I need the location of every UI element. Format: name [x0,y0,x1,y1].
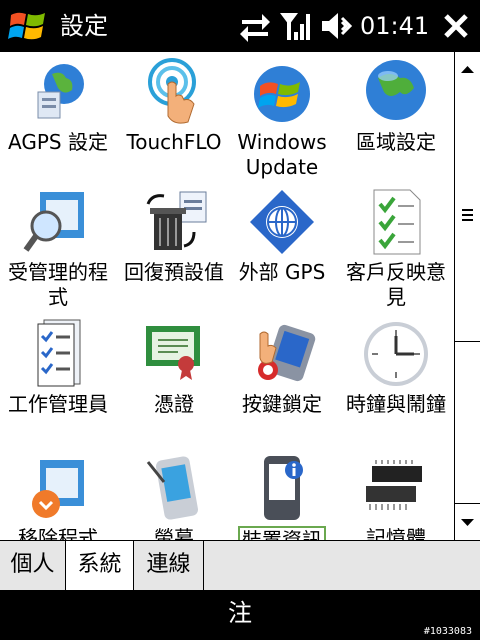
vertical-scrollbar[interactable] [454,52,480,540]
settings-item-device-info[interactable]: 裝置資訊 [224,452,340,540]
regional-globe-icon [366,60,426,120]
item-label: AGPS 設定 [8,130,108,154]
reset-trash-icon [146,191,207,250]
tab-personal[interactable]: 個人 [0,541,66,590]
chevron-up-icon [461,66,474,73]
managed-programs-icon [23,192,84,252]
settings-item-key-lock[interactable]: 按鍵鎖定 [224,318,340,417]
tab-system[interactable]: 系統 [66,541,134,590]
grip-icon [462,209,473,221]
close-icon[interactable] [442,10,470,42]
item-label: TouchFLO [126,130,222,154]
volume-icon[interactable] [320,10,354,42]
item-label: 受管理的程式 [8,260,108,309]
device-info-icon [264,456,303,520]
settings-item-managed-programs[interactable]: 受管理的程式 [0,186,116,310]
touchflo-icon [148,58,196,124]
signal-icon[interactable] [278,10,312,42]
item-label: 外部 GPS [238,260,326,284]
settings-item-windows-update[interactable]: Windows Update [224,56,340,180]
item-label: 區域設定 [356,130,436,154]
settings-item-external-gps[interactable]: 外部 GPS [224,186,340,285]
item-label: 記憶體 [366,526,426,540]
item-label: 工作管理員 [8,392,108,416]
item-label: 按鍵鎖定 [242,392,322,416]
agps-globe-icon [37,64,84,119]
key-lock-icon [258,324,316,382]
image-id-label: #1033083 [423,626,472,637]
settings-item-clock[interactable]: 時鐘與鬧鐘 [338,318,454,417]
external-gps-icon [250,190,314,254]
tab-connections[interactable]: 連線 [134,541,204,590]
settings-grid: AGPS 設定 TouchFLO Windows Update 區域設定 受管理… [0,52,454,540]
connectivity-icon[interactable] [238,10,272,42]
windows-start-icon[interactable] [8,9,48,43]
scroll-down-button[interactable] [455,503,480,540]
scroll-track[interactable] [455,342,480,504]
settings-item-regional[interactable]: 區域設定 [338,56,454,155]
item-label: Windows Update [237,130,327,179]
settings-item-screen[interactable]: 螢幕 [116,452,232,540]
item-label: 客戶反映意見 [346,260,446,309]
soft-key-center[interactable]: 注 [200,596,280,630]
item-label: 裝置資訊 [238,526,326,540]
certificate-icon [146,326,200,380]
settings-item-memory[interactable]: 記憶體 [338,452,454,540]
settings-item-agps[interactable]: AGPS 設定 [0,56,116,155]
item-label: 憑證 [154,392,194,416]
tab-bar: 個人 系統 連線 [0,540,480,590]
item-label: 回復預設值 [124,260,224,284]
feedback-checklist-icon [373,189,421,255]
scroll-thumb[interactable] [455,88,480,342]
clock-icon [364,322,428,386]
settings-item-task-manager[interactable]: 工作管理員 [0,318,116,417]
windows-update-icon [254,66,310,122]
chevron-down-icon [461,519,474,526]
item-label: 移除程式 [18,526,98,540]
screen-icon [146,456,199,520]
settings-item-touchflo[interactable]: TouchFLO [116,56,232,155]
page-title: 設定 [60,12,108,40]
task-manager-icon [37,319,81,387]
settings-item-certificates[interactable]: 憑證 [116,318,232,417]
clock-display: 01:41 [360,12,430,40]
item-label: 時鐘與鬧鐘 [346,392,446,416]
item-label: 螢幕 [154,526,194,540]
settings-item-reset[interactable]: 回復預設值 [116,186,232,285]
soft-key-bar: 注 #1033083 [0,590,480,640]
title-bar: 設定 01:41 [0,0,480,52]
scroll-up-button[interactable] [455,52,480,89]
remove-programs-icon [32,460,84,518]
settings-item-remove-programs[interactable]: 移除程式 [0,452,116,540]
memory-chip-icon [366,460,422,510]
settings-item-feedback[interactable]: 客戶反映意見 [338,186,454,310]
